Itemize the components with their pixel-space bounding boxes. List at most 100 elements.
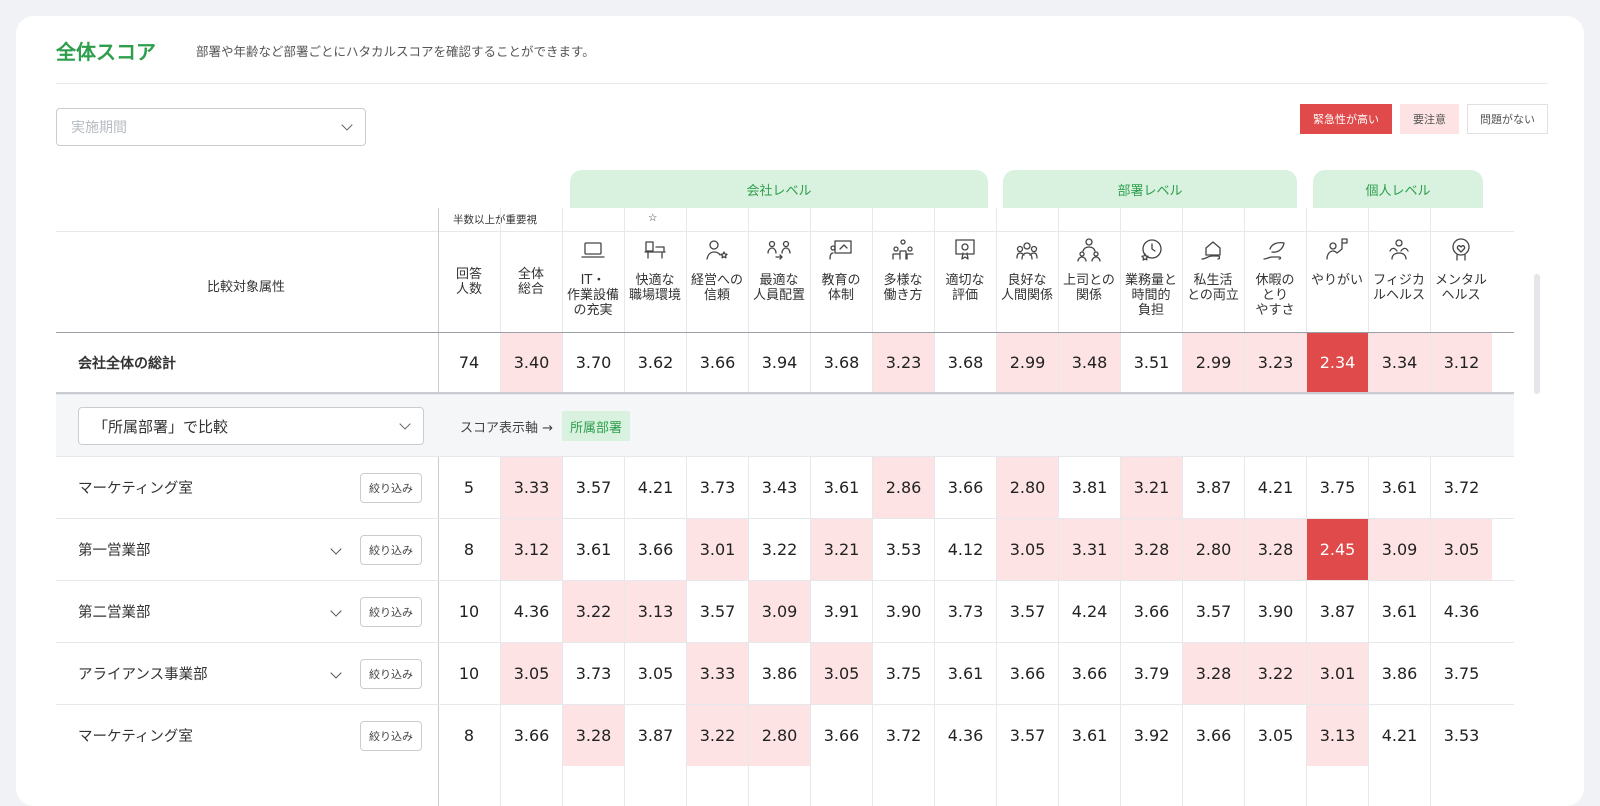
score-cell: 3.87 <box>1319 602 1356 621</box>
col-header-metric-label: 多様な 働き方 <box>883 273 923 303</box>
score-cell: 3.57 <box>1009 602 1046 621</box>
table-row: 第一営業部 絞り込み 8 3.12 3.61 3.66 3.01 3.22 3.21 3.53 4.… <box>56 518 1514 580</box>
clock-star-icon <box>1138 231 1164 273</box>
score-cell: 3.66 <box>947 478 984 497</box>
count-cell: 10 <box>458 602 480 621</box>
score-cell: 3.75 <box>1319 478 1356 497</box>
total-row: 会社全体の総計 74 3.40 3.70 3.62 3.66 3.94 3.68 3.23 3.… <box>56 332 1514 394</box>
score-cell: 3.05 <box>1257 726 1294 745</box>
score-cell: 3.57 <box>1195 602 1232 621</box>
filter-button[interactable]: 絞り込み <box>360 473 422 503</box>
total-row-label: 会社全体の総計 <box>78 355 176 372</box>
filter-button[interactable]: 絞り込み <box>360 535 422 565</box>
score-cell: 3.72 <box>1443 478 1480 497</box>
row-label: マーケティング室 <box>78 481 193 497</box>
legend-ok: 問題がない <box>1467 104 1548 134</box>
period-placeholder: 実施期間 <box>71 120 127 136</box>
boss-icon <box>1076 231 1102 273</box>
certificate-icon <box>952 231 978 273</box>
score-cell: 3.53 <box>1443 726 1480 745</box>
filter-button[interactable]: 絞り込み <box>360 721 422 751</box>
score-cell: 3.66 <box>823 726 860 745</box>
score-cell: 3.61 <box>1071 726 1108 745</box>
table-row: マーケティング室 絞り込み 5 3.33 3.57 4.21 3.73 3.43 3.61 2.8… <box>56 456 1514 518</box>
score-cell: 3.75 <box>885 664 922 683</box>
score-cell: 3.51 <box>1133 353 1170 372</box>
manager-star-icon <box>704 231 730 273</box>
col-header-metric-label: 上司との 関係 <box>1063 273 1115 303</box>
filter-button[interactable]: 絞り込み <box>360 659 422 689</box>
chevron-down-icon[interactable] <box>330 667 342 679</box>
score-cell: 3.28 <box>563 705 624 766</box>
score-cell: 3.43 <box>761 478 798 497</box>
compare-select[interactable]: 「所属部署」で比較 <box>78 407 424 445</box>
score-cell: 3.61 <box>823 478 860 497</box>
score-card: 全体スコア 部署や年齢など部署ごとにハタカルスコアを確認することができます。 実… <box>16 16 1584 806</box>
score-cell: 2.99 <box>997 333 1058 392</box>
score-cell: 4.21 <box>637 478 674 497</box>
chevron-down-icon[interactable] <box>330 605 342 617</box>
score-cell: 4.12 <box>947 540 984 559</box>
muscle-icon <box>1386 231 1412 273</box>
score-cell: 2.86 <box>873 457 934 518</box>
score-cell: 3.79 <box>1133 664 1170 683</box>
col-header-metric-label: やりがい <box>1310 273 1363 288</box>
score-cell: 3.28 <box>1245 519 1306 580</box>
score-cell: 3.66 <box>1071 664 1108 683</box>
score-cell: 3.57 <box>699 602 736 621</box>
total-score-cell: 3.40 <box>501 333 562 392</box>
col-header-metric: 休暇の とり やすさ <box>1244 231 1306 331</box>
score-cell: 3.90 <box>1257 602 1294 621</box>
category-company: 会社レベル <box>570 170 988 208</box>
col-header-metric-label: 私生活 との両立 <box>1187 273 1239 303</box>
score-cell: 3.09 <box>1369 519 1430 580</box>
score-cell: 3.61 <box>947 664 984 683</box>
col-header-metric: 適切な 評価 <box>934 231 996 331</box>
col-header-metric-label: 教育の 体制 <box>821 273 861 303</box>
col-header-metric-label: IT・ 作業設備 の充実 <box>566 273 619 318</box>
col-header-metric-label: メンタル ヘルス <box>1434 273 1487 303</box>
score-cell: 3.91 <box>823 602 860 621</box>
row-label: 第二営業部 <box>78 605 151 621</box>
score-cell: 3.73 <box>575 664 612 683</box>
count-cell: 5 <box>463 478 475 497</box>
legend-caution: 要注意 <box>1400 104 1459 134</box>
score-cell: 3.73 <box>699 478 736 497</box>
score-cell: 3.68 <box>947 353 984 372</box>
total-score-cell: 3.05 <box>501 643 562 704</box>
axis-badge: 所属部署 <box>562 411 631 441</box>
table-row: 第二営業部 絞り込み 10 4.36 3.22 3.13 3.57 3.09 3.91 3.90 3… <box>56 580 1514 642</box>
period-select[interactable]: 実施期間 <box>56 108 366 146</box>
score-cell: 2.80 <box>749 705 810 766</box>
score-cell: 3.66 <box>1195 726 1232 745</box>
col-header-metric-label: 良好な 人間関係 <box>1000 273 1053 303</box>
score-cell: 3.21 <box>811 519 872 580</box>
score-cell: 3.12 <box>1431 333 1492 392</box>
col-header-metric: 教育の 体制 <box>810 231 872 331</box>
score-cell: 2.34 <box>1307 333 1368 392</box>
score-cell: 3.61 <box>1381 602 1418 621</box>
chevron-down-icon[interactable] <box>330 543 342 555</box>
score-cell: 3.90 <box>885 602 922 621</box>
score-cell: 4.21 <box>1257 478 1294 497</box>
vertical-scrollbar[interactable] <box>1534 274 1540 394</box>
filter-button[interactable]: 絞り込み <box>360 597 422 627</box>
score-cell: 3.87 <box>1195 478 1232 497</box>
score-cell: 3.61 <box>1381 478 1418 497</box>
col-header-metric: 経営への 信頼 <box>686 231 748 331</box>
col-header-total: 全体 総合 <box>500 231 562 331</box>
col-header-metric-label: 休暇の とり やすさ <box>1255 273 1295 318</box>
heart-head-icon <box>1448 231 1474 273</box>
col-header-metric-label: 経営への 信頼 <box>690 273 743 303</box>
col-header-metric-label: 最適な 人員配置 <box>752 273 805 303</box>
count-cell: 74 <box>458 353 480 372</box>
teaching-board-icon <box>828 231 854 273</box>
score-cell: 3.86 <box>1381 664 1418 683</box>
count-cell: 10 <box>458 664 480 683</box>
score-cell: 4.24 <box>1071 602 1108 621</box>
score-cell: 3.05 <box>637 664 674 683</box>
score-cell: 3.01 <box>1307 643 1368 704</box>
page-subtitle: 部署や年齢など部署ごとにハタカルスコアを確認することができます。 <box>196 44 595 59</box>
header: 全体スコア 部署や年齢など部署ごとにハタカルスコアを確認することができます。 <box>56 40 1548 84</box>
table-row: マーケティング室 絞り込み 8 3.66 3.28 3.87 3.22 2.80 3.66 3.7… <box>56 704 1514 766</box>
